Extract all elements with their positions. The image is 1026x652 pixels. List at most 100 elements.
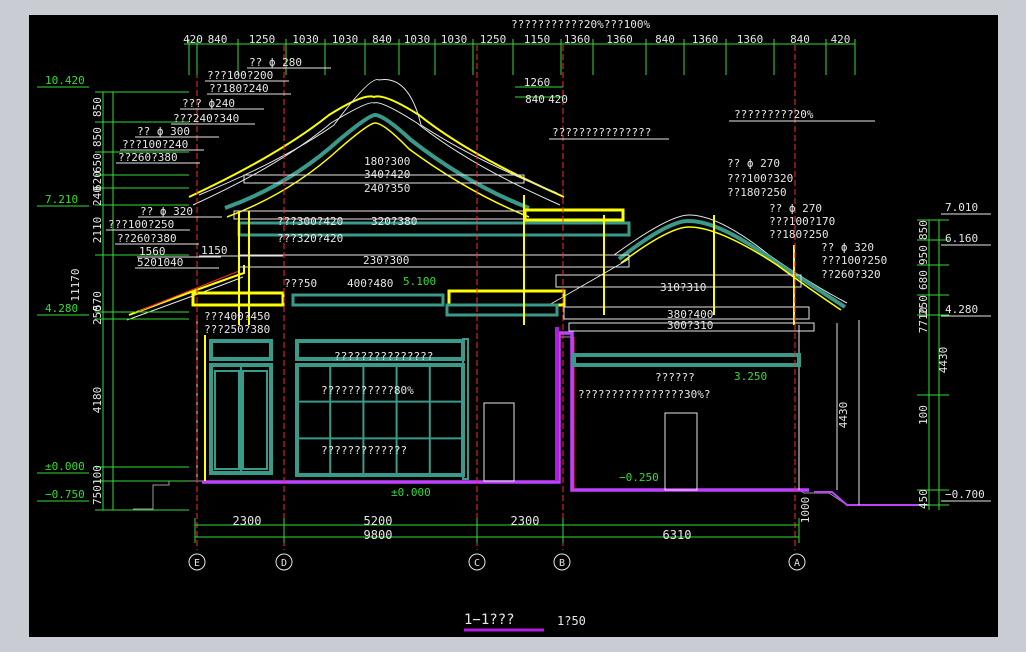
note-top-roof: ???????????20%???100% bbox=[511, 18, 650, 31]
left-note-1: ???100?200 bbox=[207, 69, 273, 82]
axis-label-C: C bbox=[474, 558, 480, 569]
window-right-top bbox=[572, 353, 801, 367]
axis-label-E: E bbox=[194, 558, 200, 569]
center-label-14: ????????????? bbox=[321, 444, 407, 457]
center-label-11: ???250?380 bbox=[204, 323, 270, 336]
center-label-10: ???400?450 bbox=[204, 310, 270, 323]
dim-top-5: 840 bbox=[372, 33, 392, 46]
dim-top-15: 840 bbox=[790, 33, 810, 46]
elev-right-3: −0.700 bbox=[945, 488, 985, 501]
right-label-4: ???100?170 bbox=[769, 215, 835, 228]
dim-top-10: 1360 bbox=[564, 33, 591, 46]
elev-left-3: ±0.000 bbox=[45, 460, 85, 473]
right-label-0: ?? ϕ 270 bbox=[727, 157, 780, 170]
dim-top-4: 1030 bbox=[332, 33, 359, 46]
elev-left-0: 10.420 bbox=[45, 74, 85, 87]
center-label-6: 230?300 bbox=[363, 254, 409, 267]
left-note-3: ??? ϕ240 bbox=[182, 97, 235, 110]
note-top-mid: ??????????????? bbox=[552, 126, 651, 139]
center-label-1: 340?420 bbox=[364, 168, 410, 181]
door-right-inner bbox=[664, 412, 698, 491]
right-label-3: ?? ϕ 270 bbox=[769, 202, 822, 215]
beam-230x300 bbox=[238, 254, 630, 268]
right-label-2: ??180?250 bbox=[727, 186, 787, 199]
elev-right-2: 4.280 bbox=[945, 303, 978, 316]
left-note-12: 1150 bbox=[201, 244, 228, 257]
door-leaf-b bbox=[242, 370, 268, 470]
dim-left-8: 4180 bbox=[91, 387, 104, 414]
window-mid-grid bbox=[295, 363, 465, 477]
right-label-12: ?????? bbox=[655, 371, 695, 384]
center-label-7: ???50 bbox=[284, 277, 317, 290]
dim-top-12: 840 bbox=[655, 33, 675, 46]
left-note-4: ???240?340 bbox=[173, 112, 239, 125]
left-note-0: ?? ϕ 280 bbox=[249, 56, 302, 69]
dim-sub-2: 420 bbox=[548, 93, 568, 106]
dim-right-1: 950 bbox=[917, 245, 930, 265]
axis-label-D: D bbox=[281, 558, 287, 569]
elev-left-1: 7.210 bbox=[45, 193, 78, 206]
dim-left-5: 2110 bbox=[91, 217, 104, 244]
dim-right-9: 1000 bbox=[799, 497, 812, 524]
dim-left-0: 850 bbox=[91, 97, 104, 117]
center-label-12: ??????????????? bbox=[334, 350, 433, 363]
dim-sub-1: 840 bbox=[525, 93, 545, 106]
elev-left-2: 4.280 bbox=[45, 302, 78, 315]
section-drawing: 420 840 1250 1030 1030 840 1030 1030 1250 1150 136… bbox=[37, 18, 991, 632]
dim-top-13: 1360 bbox=[692, 33, 719, 46]
right-label-6: ?? ϕ 320 bbox=[821, 241, 874, 254]
dim-right-6: 4430 bbox=[837, 402, 850, 429]
dim-left-2: 650 bbox=[91, 153, 104, 173]
dim-sub-0: 1260 bbox=[524, 76, 551, 89]
dim-top-8: 1250 bbox=[480, 33, 507, 46]
eave-left-yellow bbox=[128, 265, 245, 316]
dim-top-11: 1360 bbox=[606, 33, 633, 46]
center-label-9: 5.100 bbox=[403, 275, 436, 288]
left-note-2: ??180?240 bbox=[209, 82, 269, 95]
dim-bottom-2: 2300 bbox=[511, 514, 540, 528]
dim-total-0: 9800 bbox=[364, 528, 393, 542]
beam-yellow-right bbox=[523, 208, 625, 222]
beam-yellow-mid bbox=[447, 289, 566, 307]
right-label-9: 310?310 bbox=[660, 281, 706, 294]
right-label-7: ???100?250 bbox=[821, 254, 887, 267]
door-leaf-a bbox=[214, 370, 240, 470]
right-label-5: ??180?250 bbox=[769, 228, 829, 241]
dim-left-1: 850 bbox=[91, 127, 104, 147]
dim-right-4: 7710 bbox=[917, 307, 930, 334]
window-top-left bbox=[209, 339, 273, 361]
axis-label-A: A bbox=[794, 558, 800, 569]
dim-left-10: 750 bbox=[91, 485, 104, 505]
right-label-8: ??260?320 bbox=[821, 268, 881, 281]
left-note-9: ???100?250 bbox=[108, 218, 174, 231]
dim-right-2: 680 bbox=[917, 270, 930, 290]
drawing-canvas: 420 840 1250 1030 1030 840 1030 1030 1250 1150 136… bbox=[29, 15, 998, 637]
dim-left-4: 240 bbox=[91, 186, 104, 206]
center-label-3: ???300?420 bbox=[277, 215, 343, 228]
left-note-13: 5201040 bbox=[137, 256, 183, 269]
door-left-inner bbox=[483, 402, 515, 482]
center-label-16: −0.250 bbox=[619, 471, 659, 484]
right-label-13: 3.250 bbox=[734, 370, 767, 383]
center-label-2: 240?350 bbox=[364, 182, 410, 195]
dim-top-0: 420 bbox=[183, 33, 203, 46]
dim-bottom-0: 2300 bbox=[233, 514, 262, 528]
center-label-5: ???320?420 bbox=[277, 232, 343, 245]
dim-top-14: 1360 bbox=[737, 33, 764, 46]
dim-right-8: 450 bbox=[917, 489, 930, 509]
dim-top-9: 1150 bbox=[524, 33, 551, 46]
elev-right-0: 7.010 bbox=[945, 201, 978, 214]
left-note-5: ?? ϕ 300 bbox=[137, 125, 190, 138]
center-label-0: 180?300 bbox=[364, 155, 410, 168]
dim-left-7: 570 bbox=[91, 291, 104, 311]
center-label-15: ±0.000 bbox=[391, 486, 431, 499]
beam-400x480 bbox=[291, 293, 445, 307]
dim-left-9: 100 bbox=[91, 465, 104, 485]
left-note-6: ???100?240 bbox=[122, 138, 188, 151]
right-label-1: ???100?320 bbox=[727, 172, 793, 185]
center-label-4: 320?380 bbox=[371, 215, 417, 228]
right-label-11: 300?310 bbox=[667, 319, 713, 332]
dim-top-7: 1030 bbox=[441, 33, 468, 46]
note-top-right: ?????????20% bbox=[734, 108, 814, 121]
dim-top-16: 420 bbox=[831, 33, 851, 46]
